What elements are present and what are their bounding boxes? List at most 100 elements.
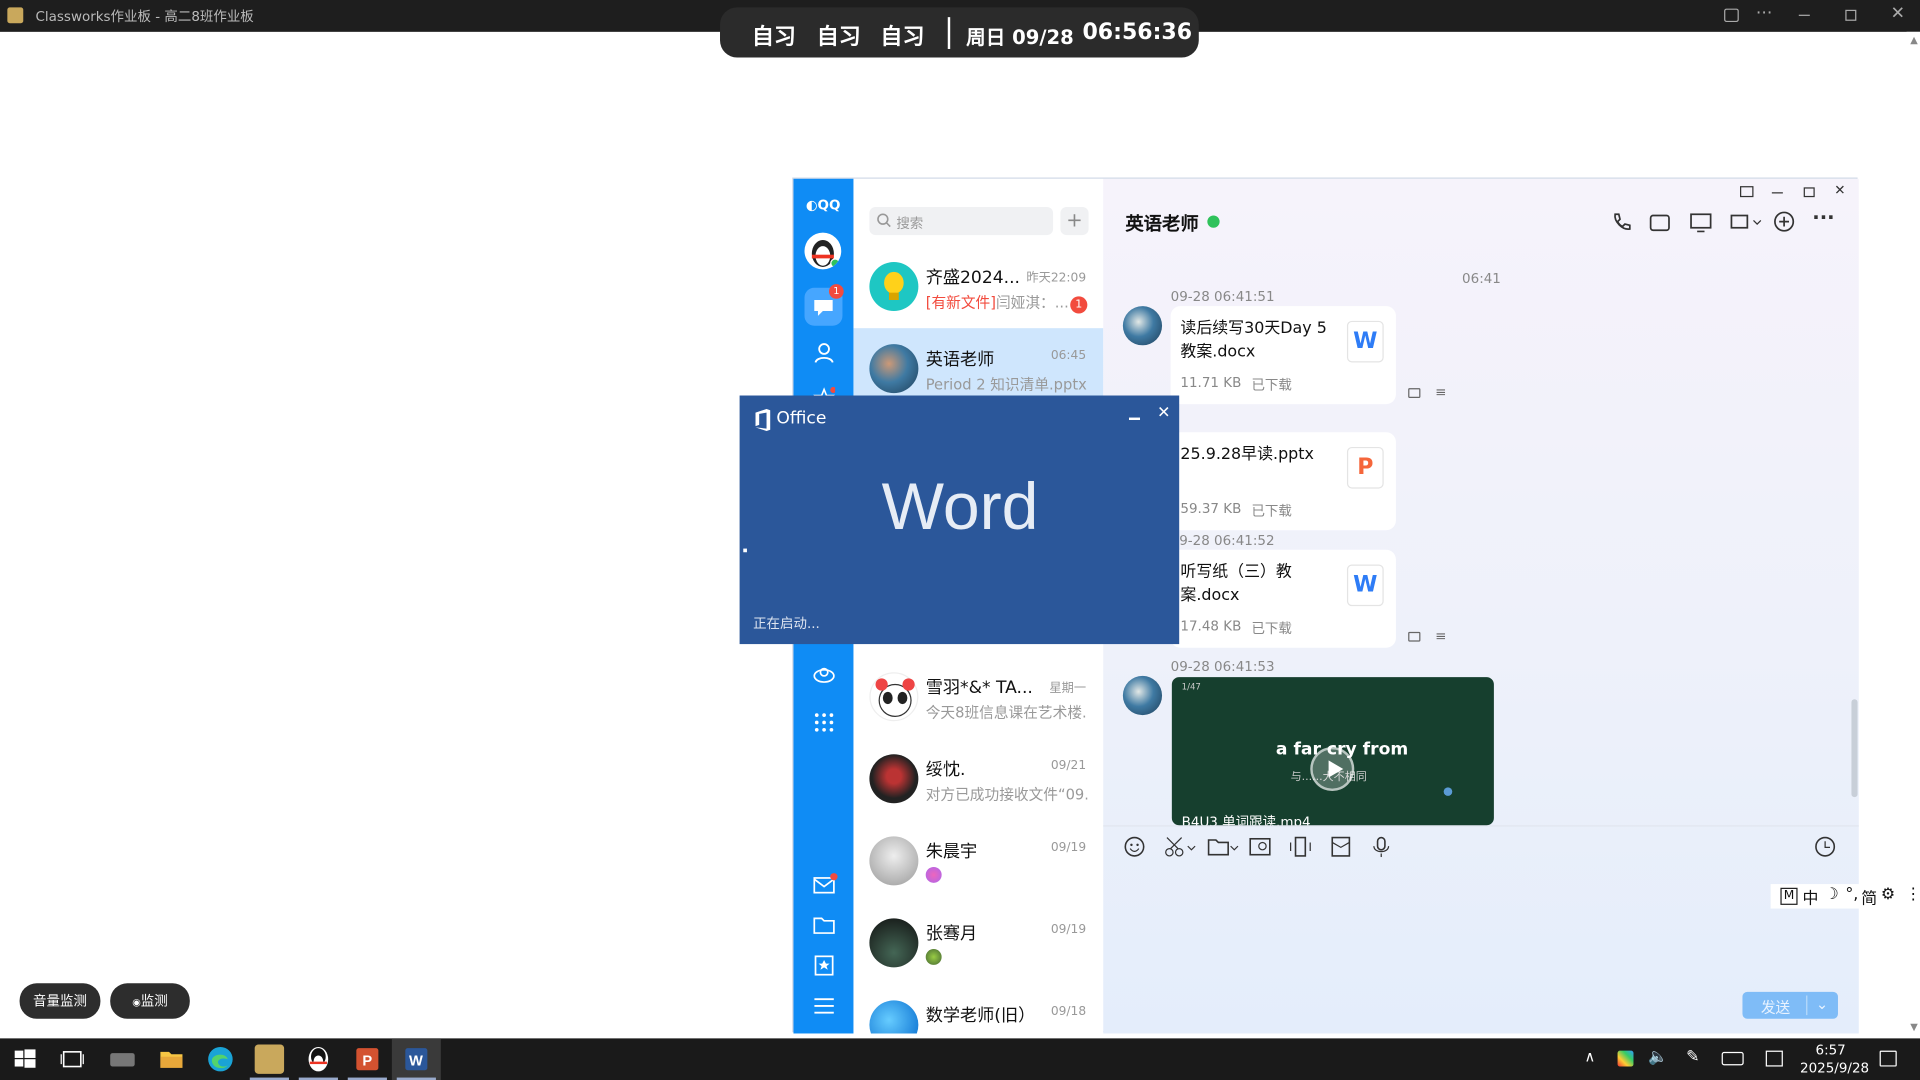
phone-icon[interactable] — [1610, 212, 1632, 234]
restore-icon[interactable] — [1845, 9, 1857, 21]
task-view-icon[interactable] — [58, 1044, 87, 1073]
gear-icon[interactable]: ⚙ — [1881, 885, 1895, 903]
volume-muted-icon[interactable]: 🔈 — [1648, 1048, 1668, 1066]
search-icon — [877, 213, 892, 228]
notification-icon[interactable] — [1879, 1050, 1897, 1067]
list-item[interactable]: 绥忱. 09/21 对方已成功接收文件“09... — [853, 738, 1103, 820]
chevron-down-icon[interactable]: ⌄ — [1816, 996, 1828, 1013]
file-icon[interactable] — [1207, 836, 1239, 857]
minimize-icon[interactable] — [1798, 14, 1810, 16]
list-item[interactable]: 数学老师(旧） 09/18 — [853, 984, 1103, 1034]
file-explorer-icon[interactable] — [157, 1044, 186, 1073]
office-brand: Office — [776, 408, 827, 429]
word-icon[interactable]: W — [402, 1044, 431, 1073]
add-member-icon[interactable] — [1773, 211, 1795, 233]
chat-scrollbar[interactable] — [1851, 699, 1858, 798]
avatar — [869, 262, 919, 312]
menu-icon[interactable] — [814, 998, 834, 1014]
folder-icon[interactable] — [813, 916, 835, 934]
file-message[interactable]: 25.9.28早读.pptx P 59.37 KB 已下载 — [1170, 432, 1396, 531]
apps-grid-icon[interactable] — [814, 713, 834, 733]
emoji-icon[interactable] — [1124, 836, 1145, 857]
minimize-icon[interactable] — [1771, 192, 1783, 194]
input-mode-icon[interactable] — [1765, 1050, 1783, 1067]
play-icon[interactable] — [1310, 746, 1355, 792]
screenshot-icon[interactable] — [1164, 836, 1196, 857]
close-icon[interactable]: ✕ — [1157, 404, 1170, 422]
file-message[interactable]: 读后续写30天Day 5 教案.docx W 11.71 KB 已下载 — [1170, 306, 1396, 405]
file-message[interactable]: 听写纸（三）教案.docx W 17.48 KB 已下载 — [1170, 549, 1396, 648]
ime-m-icon[interactable]: M — [1780, 887, 1798, 905]
more-icon[interactable]: ··· — [1812, 206, 1834, 229]
avatar[interactable] — [804, 232, 842, 270]
cast-icon[interactable] — [1724, 8, 1739, 23]
shake-icon[interactable] — [1289, 836, 1311, 857]
video-call-icon[interactable] — [1649, 212, 1671, 234]
powerpoint-icon[interactable]: P — [353, 1044, 382, 1073]
image-icon[interactable] — [1249, 836, 1271, 857]
classworks-icon[interactable] — [254, 1044, 285, 1074]
penguin-icon: ◐ — [805, 197, 818, 214]
chevron-up-icon[interactable]: ∧ — [1585, 1048, 1596, 1065]
tray-app-icon[interactable] — [1617, 1050, 1634, 1067]
volume-monitor-button[interactable]: 音量监测 — [19, 983, 101, 1019]
sticker-icon — [925, 866, 942, 883]
maximize-icon[interactable] — [1803, 187, 1815, 198]
ime-drag-icon[interactable]: ⋮ — [1905, 885, 1920, 903]
monitor-button[interactable]: ◉监测 — [110, 983, 190, 1019]
start-icon[interactable] — [10, 1044, 39, 1073]
screen-share-icon[interactable] — [1690, 212, 1712, 234]
moon-icon[interactable]: ☽ — [1825, 885, 1839, 903]
word-file-icon: W — [1346, 320, 1384, 363]
mail-icon[interactable] — [813, 873, 838, 894]
avatar — [869, 754, 919, 804]
more-actions-icon[interactable]: ≡ — [1435, 628, 1446, 644]
add-button[interactable]: + — [1060, 206, 1089, 236]
remote-desktop-icon[interactable] — [1730, 212, 1762, 234]
send-button[interactable]: 发送 ⌄ — [1742, 991, 1838, 1019]
list-item[interactable]: 齐盛2024... 昨天22:09 [有新文件]闫娅淇：... 1 — [853, 246, 1103, 328]
online-status-dot — [1207, 215, 1220, 228]
favorites-icon[interactable] — [814, 955, 834, 976]
clock-time[interactable]: 6:57 — [1800, 1042, 1861, 1058]
close-icon[interactable]: ✕ — [1891, 4, 1905, 24]
open-folder-icon[interactable] — [1408, 631, 1421, 642]
open-folder-icon[interactable] — [1408, 388, 1421, 398]
close-icon[interactable]: ✕ — [1834, 182, 1845, 198]
unread-badge: 1 — [828, 284, 844, 299]
avatar — [869, 672, 919, 722]
list-item[interactable]: 朱晨宇 09/19 — [853, 820, 1103, 902]
qq-icon[interactable] — [304, 1044, 333, 1073]
messages-nav-icon[interactable]: 1 — [804, 284, 844, 326]
voice-icon[interactable] — [1371, 836, 1391, 858]
more-icon[interactable]: ··· — [1756, 4, 1772, 24]
clock-date[interactable]: 2025/9/28 — [1800, 1060, 1869, 1076]
ime-simplified[interactable]: 简 — [1861, 885, 1877, 908]
contacts-icon[interactable] — [813, 342, 835, 364]
list-item[interactable]: 张骞月 09/19 — [853, 902, 1103, 984]
pin-icon[interactable] — [1740, 186, 1754, 198]
video-message[interactable]: 1/47 a far cry from 与......大不相同 B4U3 单词跟… — [1171, 677, 1494, 826]
app-name: Word — [881, 470, 1039, 544]
period-3: 自习 — [880, 24, 925, 51]
avatar — [869, 344, 919, 394]
ime-mode[interactable]: 中 — [1802, 885, 1818, 908]
keyboard-app-icon[interactable] — [108, 1044, 137, 1073]
punct-icon[interactable]: °, — [1845, 885, 1858, 903]
camera-icon: ◉ — [132, 996, 141, 1008]
unread-badge: 1 — [1070, 296, 1088, 314]
more-actions-icon[interactable]: ≡ — [1435, 384, 1446, 400]
edge-icon[interactable] — [206, 1044, 235, 1073]
channel-icon[interactable] — [812, 665, 836, 687]
avatar — [1122, 675, 1163, 716]
history-icon[interactable] — [1815, 836, 1836, 857]
search-input[interactable]: 搜索 — [869, 206, 1054, 236]
sticker-icon — [925, 948, 942, 965]
taskbar: P W ∧ 🔈 ✎ 6:57 2025/9/28 — [0, 1038, 1920, 1080]
pen-icon[interactable]: ✎ — [1686, 1048, 1699, 1066]
red-packet-icon[interactable] — [1331, 836, 1351, 857]
window-title: Classworks作业板 - 高二8班作业板 — [35, 8, 254, 25]
list-item[interactable]: 雪羽*&* TA... 星期一 今天8班信息课在艺术楼... — [853, 656, 1103, 738]
minimize-icon[interactable] — [1128, 417, 1141, 420]
keyboard-icon[interactable] — [1721, 1051, 1744, 1066]
